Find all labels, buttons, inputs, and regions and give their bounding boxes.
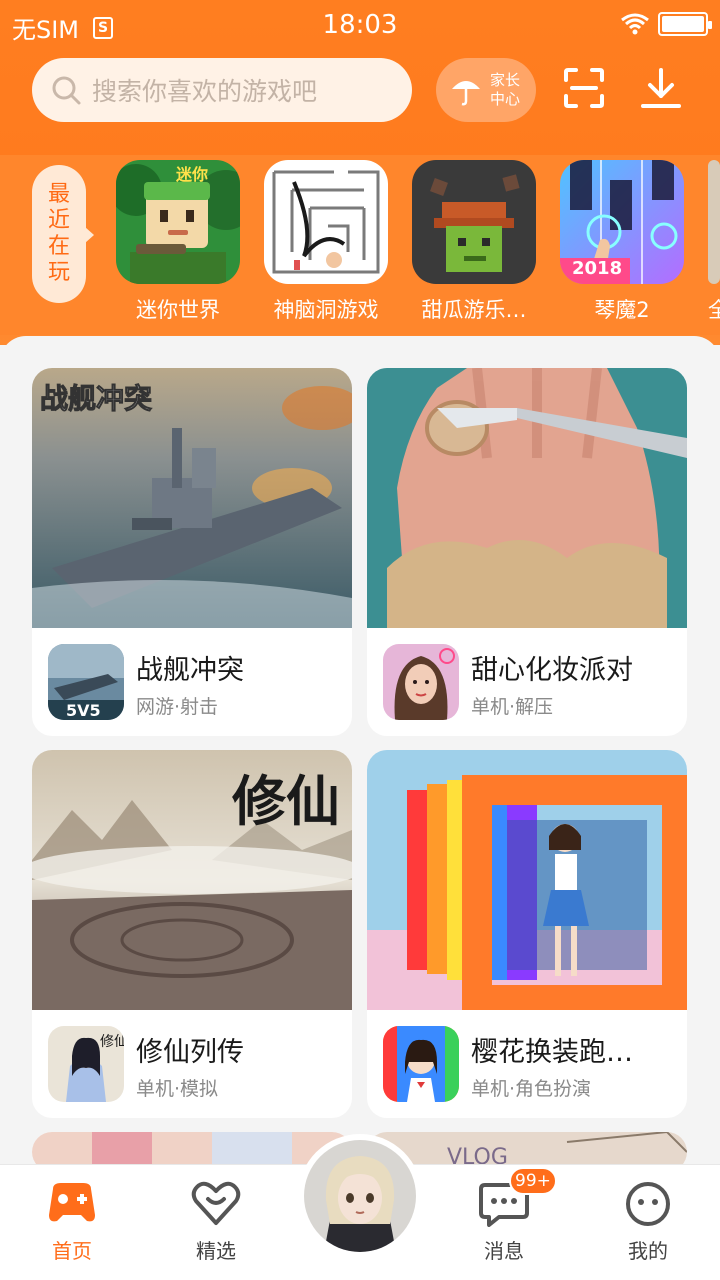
recent-item[interactable]: 迷你 迷你世界 [116,160,240,324]
status-bar: 无SIM S 18:03 [0,0,720,52]
battleship-artwork: 战舰冲突 [32,368,352,628]
nav-featured[interactable]: 精选 [171,1181,261,1264]
nav-home[interactable]: 首页 [27,1181,117,1264]
game-card[interactable]: VLOG [367,1132,687,1166]
recent-item[interactable]: 神脑洞游戏 [264,160,388,324]
game-card[interactable]: 战舰冲突 5V5 战舰冲突 网游·射击 [32,368,352,736]
battleship-icon: 5V5 [48,644,124,720]
parent-center-label: 家长中心 [489,71,520,108]
recent-played-tag: 最近在玩 [32,165,94,303]
search-icon [52,76,81,105]
svg-text:迷你: 迷你 [175,165,208,184]
gamepad-icon [49,1183,95,1222]
game-tags: 单机·模拟 [136,1078,219,1100]
game-card[interactable]: 修仙 修仙 修仙列传 单机·模拟 [32,750,352,1118]
year-badge: 2018 [572,258,623,279]
melon-playground-icon [412,160,536,284]
clock: 18:03 [322,10,398,40]
avatar[interactable] [304,1140,416,1252]
recent-item[interactable]: 全 [708,160,720,324]
game-icon [708,160,720,284]
game-title: 樱花换装跑… [471,1037,633,1068]
svg-text:5V5: 5V5 [66,701,101,720]
xiuxian-icon: 修仙 [48,1026,124,1102]
svg-text:修仙: 修仙 [100,1034,124,1050]
game-title: 甜心化妆派对 [471,655,633,686]
makeup-icon [383,644,459,720]
nav-messages[interactable]: 99+ 消息 [459,1167,557,1264]
wifi-icon [621,13,649,35]
game-title: 修仙列传 [136,1037,244,1068]
game-title: 战舰冲突 [136,655,244,686]
header: 无SIM S 18:03 搜索你喜欢的游戏吧 家长中心 最近在玩 迷你 迷你世界… [0,0,720,345]
recent-item[interactable]: 琴魔2 [560,160,684,324]
battleship-logo: 战舰冲突 [40,382,152,415]
game-card[interactable] [32,1132,352,1166]
download-icon[interactable] [638,66,684,112]
battery-icon [658,12,712,36]
search-input[interactable]: 搜索你喜欢的游戏吧 [32,58,412,122]
nav-profile[interactable]: 我的 [603,1181,693,1264]
mini-world-icon: 迷你 [116,160,240,284]
umbrella-icon [452,81,480,106]
battery-fill [662,16,704,32]
heart-icon [191,1181,241,1225]
maze-game-icon [264,160,388,284]
game-card[interactable]: 樱花换装跑… 单机·角色扮演 [367,750,687,1118]
game-feed: 战舰冲突 5V5 战舰冲突 网游·射击 甜心化妆派对 单机·解压 修仙 修仙 修… [0,336,720,1166]
scan-icon[interactable] [562,66,606,110]
game-tags: 网游·射击 [136,696,219,718]
game-artwork [32,1132,352,1166]
recent-item[interactable]: 甜瓜游乐… [412,160,536,324]
parent-center-button[interactable]: 家长中心 [436,58,536,122]
sakura-run-icon [383,1026,459,1102]
svg-text:VLOG: VLOG [447,1145,508,1166]
makeup-artwork [367,368,687,628]
xiuxian-artwork: 修仙 [32,750,352,1010]
search-placeholder: 搜索你喜欢的游戏吧 [92,77,318,106]
game-tags: 单机·解压 [471,696,554,718]
game-card[interactable]: 甜心化妆派对 单机·解压 [367,368,687,736]
unread-badge: 99+ [509,1167,557,1195]
xiuxian-logo: 修仙 [232,769,340,833]
face-icon [626,1182,670,1226]
game-tags: 单机·角色扮演 [471,1078,592,1100]
game-artwork: VLOG [367,1132,687,1166]
sakura-run-artwork [367,750,687,1010]
